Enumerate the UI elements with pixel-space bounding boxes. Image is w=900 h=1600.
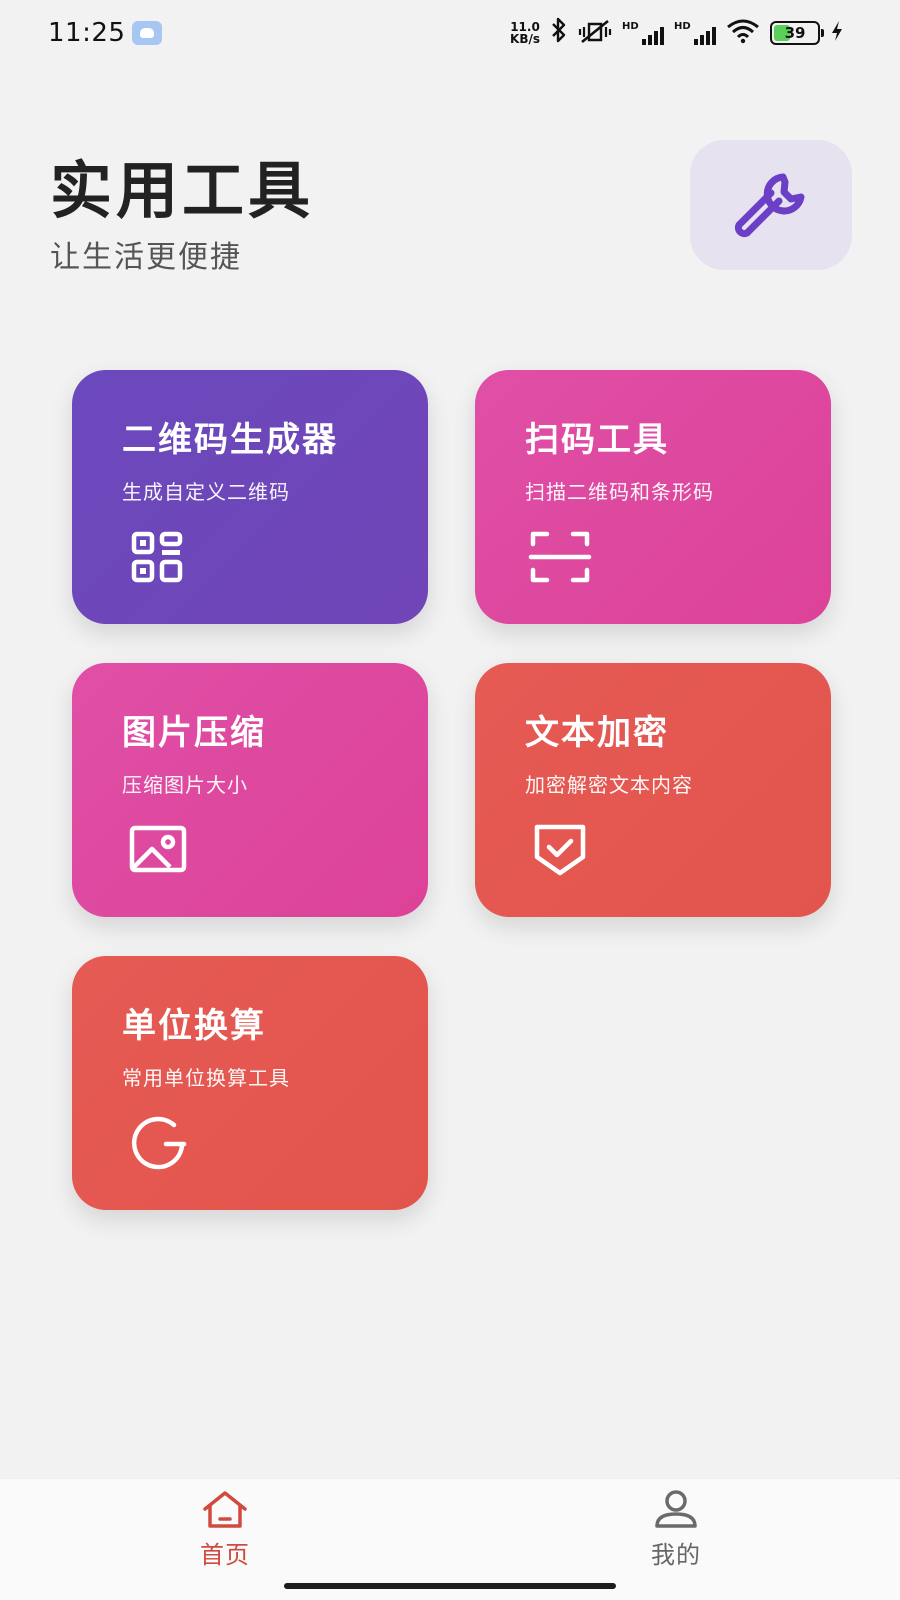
nav-mine[interactable]: 我的 (616, 1489, 736, 1579)
bottom-nav: 首页 我的 (0, 1478, 900, 1600)
tool-card-title: 扫码工具 (525, 420, 669, 460)
mute-vibrate-icon (578, 18, 612, 48)
battery-icon: 39 (770, 21, 824, 45)
tool-card-desc: 扫描二维码和条形码 (525, 480, 714, 504)
tool-card-unit-convert[interactable]: 单位换算 常用单位换算工具 (72, 956, 428, 1210)
tool-card-qr-generator[interactable]: 二维码生成器 生成自定义二维码 (72, 370, 428, 624)
tool-card-text-encrypt[interactable]: 文本加密 加密解密文本内容 (475, 663, 831, 917)
status-bar: 11:25 11.0 KB/s HD HD 39 (0, 0, 900, 66)
signal-hd-label-1: HD (622, 21, 639, 32)
tool-card-desc: 生成自定义二维码 (122, 480, 290, 504)
status-icons: 11.0 KB/s HD HD 39 (510, 17, 844, 50)
signal-strength-icon-2: HD (674, 21, 716, 45)
battery-level: 39 (784, 24, 806, 42)
refresh-icon (131, 1116, 187, 1170)
tool-card-title: 图片压缩 (122, 713, 266, 753)
notification-app-icon (132, 21, 162, 45)
tool-badge (690, 140, 852, 270)
tool-card-title: 文本加密 (525, 713, 669, 753)
signal-strength-icon-1: HD (622, 21, 664, 45)
nav-home[interactable]: 首页 (165, 1489, 285, 1579)
page-title: 实用工具 (50, 154, 315, 227)
user-icon (655, 1490, 697, 1528)
shield-check-icon (534, 824, 586, 876)
nav-mine-label: 我的 (651, 1541, 701, 1569)
status-time: 11:25 (48, 18, 126, 48)
tool-card-title: 二维码生成器 (122, 420, 338, 460)
app-screen: 11:25 11.0 KB/s HD HD 39 实用工具 让生活更便捷 二维码… (0, 0, 900, 1600)
signal-hd-label-2: HD (674, 21, 691, 32)
home-indicator[interactable] (284, 1583, 616, 1589)
tool-card-image-compress[interactable]: 图片压缩 压缩图片大小 (72, 663, 428, 917)
tool-card-desc: 加密解密文本内容 (525, 773, 693, 797)
scan-icon (528, 531, 592, 583)
qr-code-icon (131, 531, 183, 583)
tool-card-desc: 压缩图片大小 (122, 773, 248, 797)
network-speed-unit: KB/s (510, 32, 540, 46)
tool-card-scanner[interactable]: 扫码工具 扫描二维码和条形码 (475, 370, 831, 624)
image-icon (129, 825, 187, 873)
wifi-icon (726, 18, 760, 48)
tool-card-desc: 常用单位换算工具 (122, 1066, 290, 1090)
wrench-icon (734, 173, 805, 238)
home-icon (203, 1491, 247, 1528)
bluetooth-icon (550, 17, 568, 50)
charging-icon (830, 18, 844, 48)
network-speed: 11.0 KB/s (510, 21, 540, 45)
tool-card-title: 单位换算 (122, 1006, 266, 1046)
page-subtitle: 让生活更便捷 (50, 240, 242, 275)
nav-home-label: 首页 (200, 1541, 250, 1569)
